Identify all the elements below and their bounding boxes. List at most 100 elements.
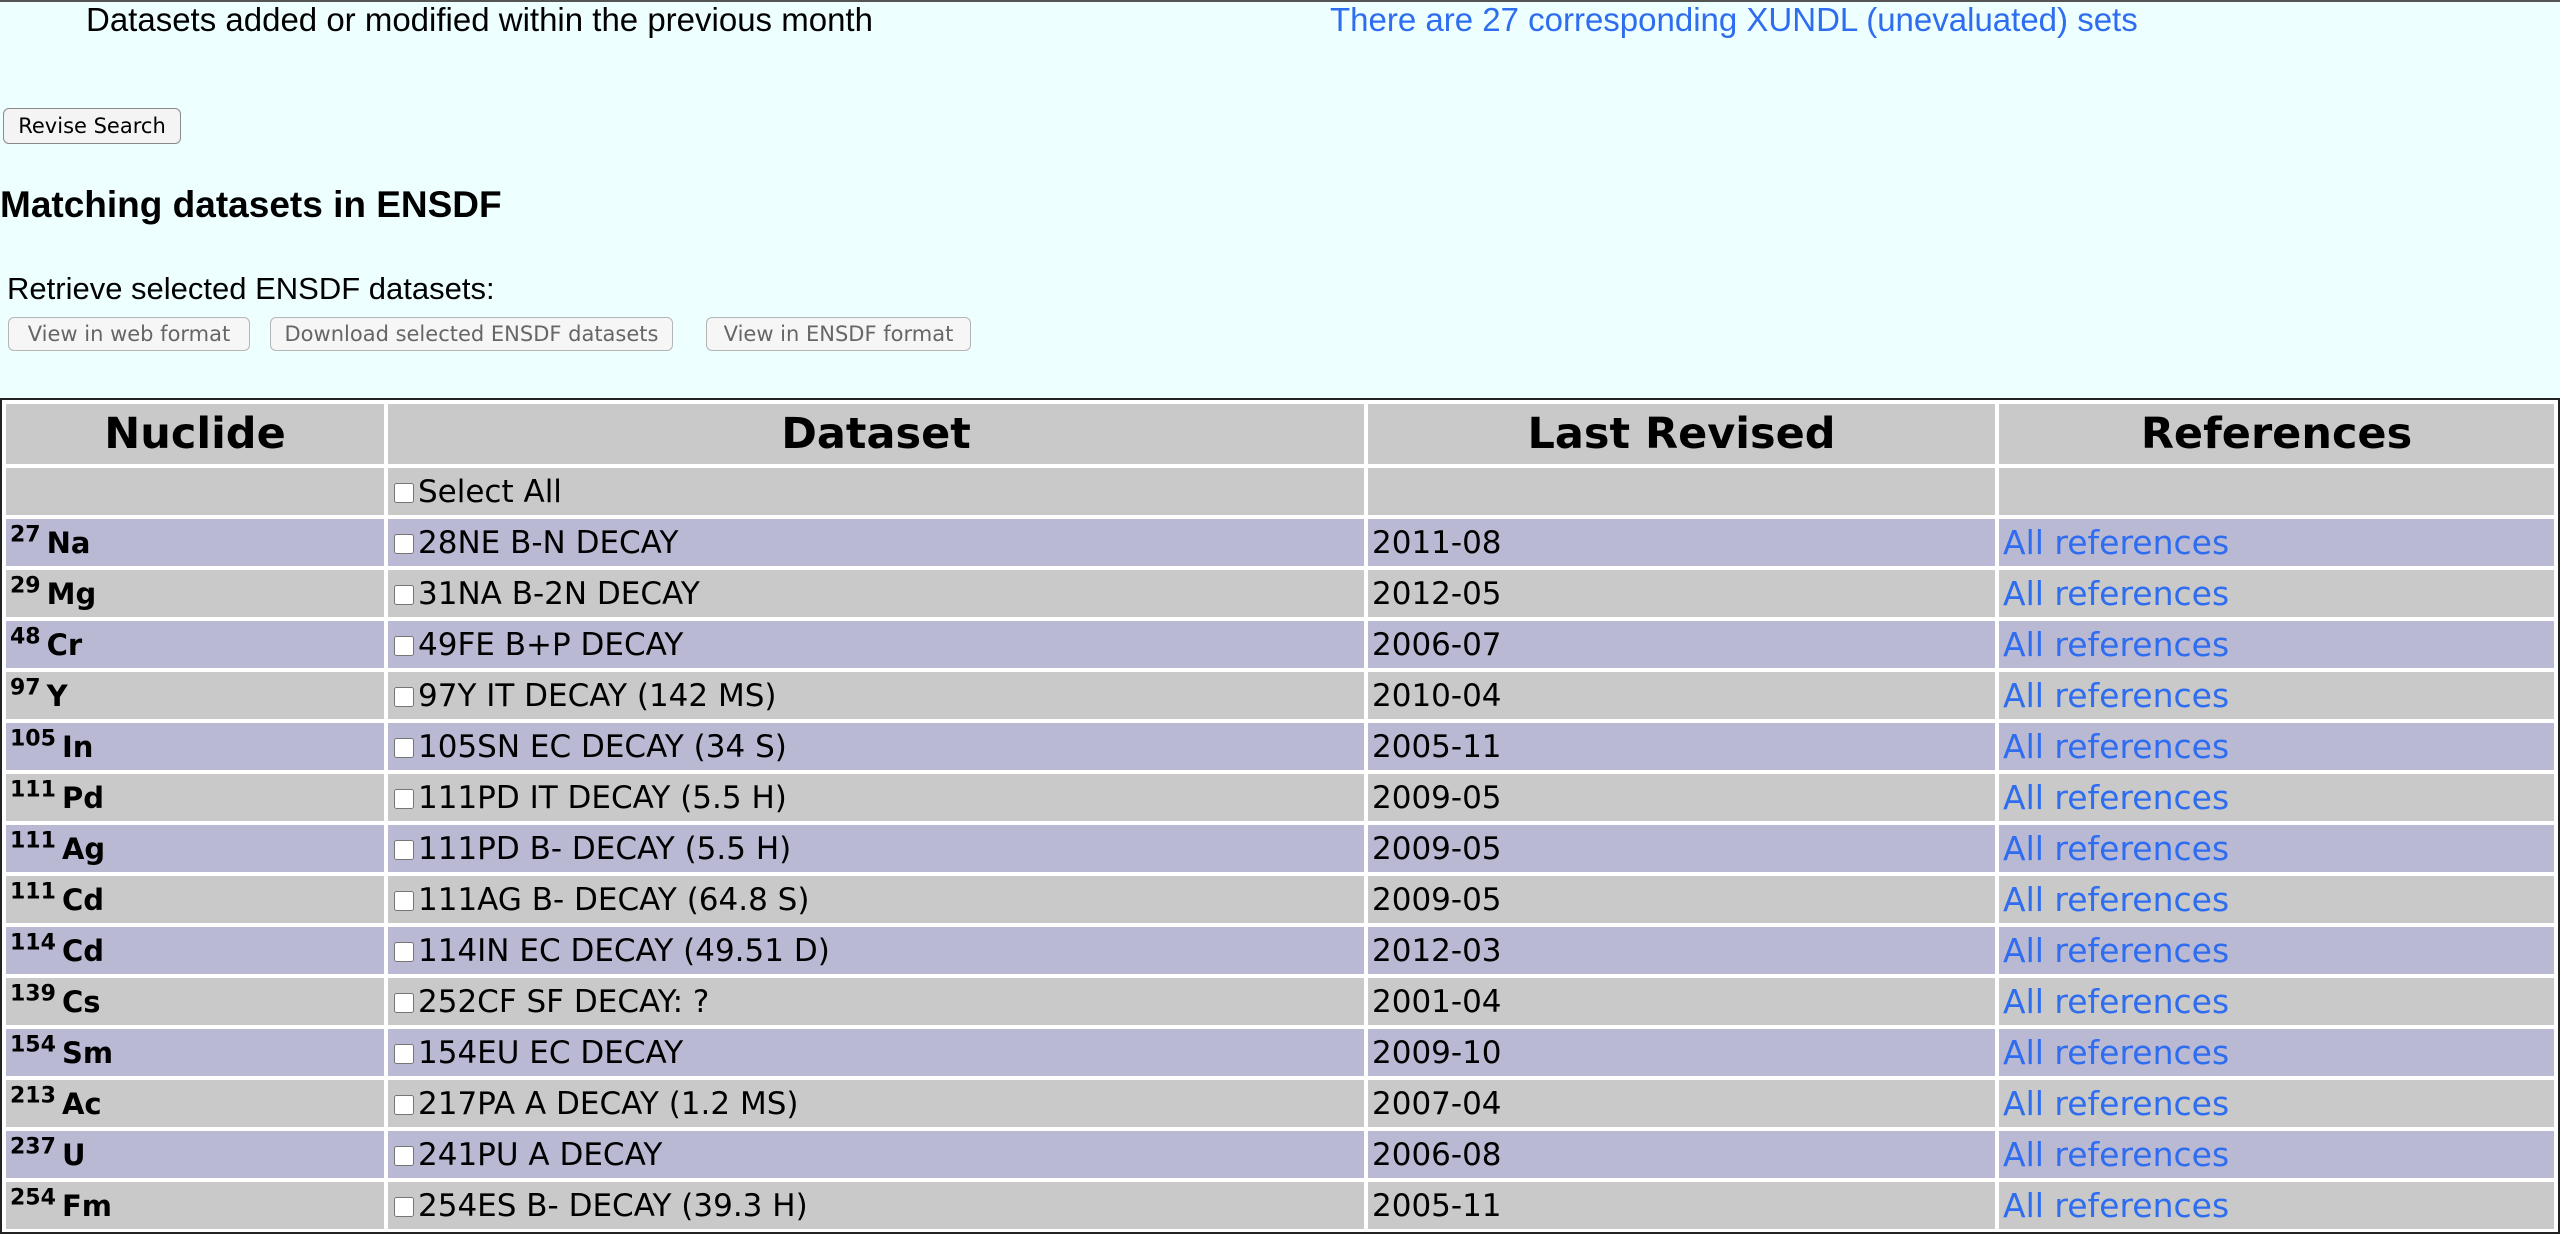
references-cell: All references [1999,825,2554,872]
table-row: 29 Mg 31NA B-2N DECAY 2012-05 All references [6,570,2554,617]
xundl-sets-link[interactable]: There are 27 corresponding XUNDL (uneval… [1330,0,2138,40]
dataset-cell: 49FE B+P DECAY [388,621,1364,668]
dataset-cell: 254ES B- DECAY (39.3 H) [388,1182,1364,1229]
table-row: 139 Cs 252CF SF DECAY: ? 2001-04 All referen… [6,978,2554,1025]
all-references-link[interactable]: All references [2003,727,2229,766]
dataset-cell: 31NA B-2N DECAY [388,570,1364,617]
all-references-link[interactable]: All references [2003,1084,2229,1123]
nuclide-mass: 213 [10,1083,56,1109]
dataset-checkbox[interactable] [394,738,414,758]
all-references-link[interactable]: All references [2003,1186,2229,1225]
datasets-table-frame: Nuclide Dataset Last Revised References … [0,398,2560,1234]
all-references-link[interactable]: All references [2003,1033,2229,1072]
table-row: 154 Sm 154EU EC DECAY 2009-10 All references [6,1029,2554,1076]
all-references-link[interactable]: All references [2003,1135,2229,1174]
last-revised-cell: 2009-10 [1368,1029,1995,1076]
nuclide-symbol: Cr [46,627,83,662]
nuclide-mass: 105 [10,726,56,752]
all-references-link[interactable]: All references [2003,574,2229,613]
dataset-checkbox[interactable] [394,1146,414,1166]
dataset-cell: 111PD IT DECAY (5.5 H) [388,774,1364,821]
nuclide-mass: 27 [10,522,41,548]
nuclide-symbol: Cs [61,984,101,1019]
table-row: 105 In 105SN EC DECAY (34 S) 2005-11 All ref… [6,723,2554,770]
all-references-link[interactable]: All references [2003,523,2229,562]
references-cell: All references [1999,774,2554,821]
nuclide-cell: 97 Y [6,672,384,719]
datasets-table: Nuclide Dataset Last Revised References … [2,400,2558,1233]
nuclide-cell: 237 U [6,1131,384,1178]
nuclide-symbol: Ag [61,831,106,866]
nuclide-mass: 97 [10,675,41,701]
dataset-checkbox[interactable] [394,585,414,605]
references-cell: All references [1999,1029,2554,1076]
last-revised-cell: 2009-05 [1368,876,1995,923]
dataset-cell: 111PD B- DECAY (5.5 H) [388,825,1364,872]
dataset-checkbox[interactable] [394,687,414,707]
references-cell: All references [1999,978,2554,1025]
select-all-revised-cell [1368,468,1995,515]
nuclide-symbol: Cd [61,882,104,917]
search-criteria-text: Datasets added or modified within the pr… [86,1,873,38]
column-header-nuclide: Nuclide [6,404,384,464]
nuclide-mass: 237 [10,1134,56,1160]
dataset-checkbox[interactable] [394,534,414,554]
nuclide-cell: 48 Cr [6,621,384,668]
dataset-name: 111AG B- DECAY (64.8 S) [418,881,810,918]
references-cell: All references [1999,672,2554,719]
all-references-link[interactable]: All references [2003,676,2229,715]
all-references-link[interactable]: All references [2003,778,2229,817]
nuclide-symbol: Na [46,525,91,560]
view-ensdf-format-button[interactable]: View in ENSDF format [706,317,971,351]
dataset-checkbox[interactable] [394,1044,414,1064]
all-references-link[interactable]: All references [2003,880,2229,919]
revise-search-button[interactable]: Revise Search [3,108,181,144]
nuclide-mass: 29 [10,573,41,599]
references-cell: All references [1999,570,2554,617]
table-row: 111 Ag 111PD B- DECAY (5.5 H) 2009-05 All re… [6,825,2554,872]
all-references-link[interactable]: All references [2003,829,2229,868]
dataset-checkbox[interactable] [394,636,414,656]
nuclide-mass: 154 [10,1032,56,1058]
all-references-link[interactable]: All references [2003,982,2229,1021]
dataset-cell: 111AG B- DECAY (64.8 S) [388,876,1364,923]
section-title: Matching datasets in ENSDF [0,184,502,225]
dataset-checkbox[interactable] [394,942,414,962]
select-all-ref-cell [1999,468,2554,515]
dataset-checkbox[interactable] [394,993,414,1013]
dataset-checkbox[interactable] [394,891,414,911]
dataset-checkbox[interactable] [394,1095,414,1115]
nuclide-symbol: Mg [46,576,97,611]
table-row: 237 U 241PU A DECAY 2006-08 All references [6,1131,2554,1178]
nuclide-symbol: Sm [61,1035,114,1070]
all-references-link[interactable]: All references [2003,931,2229,970]
dataset-checkbox[interactable] [394,1197,414,1217]
dataset-cell: 28NE B-N DECAY [388,519,1364,566]
references-cell: All references [1999,723,2554,770]
download-datasets-button[interactable]: Download selected ENSDF datasets [270,317,673,351]
nuclide-cell: 213 Ac [6,1080,384,1127]
nuclide-cell: 27 Na [6,519,384,566]
select-all-row: Select All [6,468,2554,515]
nuclide-mass: 111 [10,777,56,803]
select-all-nuclide-cell [6,468,384,515]
all-references-link[interactable]: All references [2003,625,2229,664]
table-row: 213 Ac 217PA A DECAY (1.2 MS) 2007-04 All re… [6,1080,2554,1127]
table-row: 254 Fm 254ES B- DECAY (39.3 H) 2005-11 All r… [6,1182,2554,1229]
nuclide-cell: 111 Ag [6,825,384,872]
nuclide-symbol: Cd [61,933,104,968]
last-revised-cell: 2005-11 [1368,723,1995,770]
view-web-format-button[interactable]: View in web format [8,317,250,351]
select-all-checkbox[interactable] [394,483,414,503]
dataset-name: 254ES B- DECAY (39.3 H) [418,1187,808,1224]
dataset-checkbox[interactable] [394,789,414,809]
dataset-name: 111PD IT DECAY (5.5 H) [418,779,787,816]
dataset-checkbox[interactable] [394,840,414,860]
nuclide-cell: 111 Cd [6,876,384,923]
nuclide-symbol: Fm [61,1188,112,1223]
retrieve-label: Retrieve selected ENSDF datasets: [7,271,495,306]
nuclide-symbol: Ac [61,1086,102,1121]
references-cell: All references [1999,876,2554,923]
references-cell: All references [1999,1182,2554,1229]
dataset-cell: 217PA A DECAY (1.2 MS) [388,1080,1364,1127]
